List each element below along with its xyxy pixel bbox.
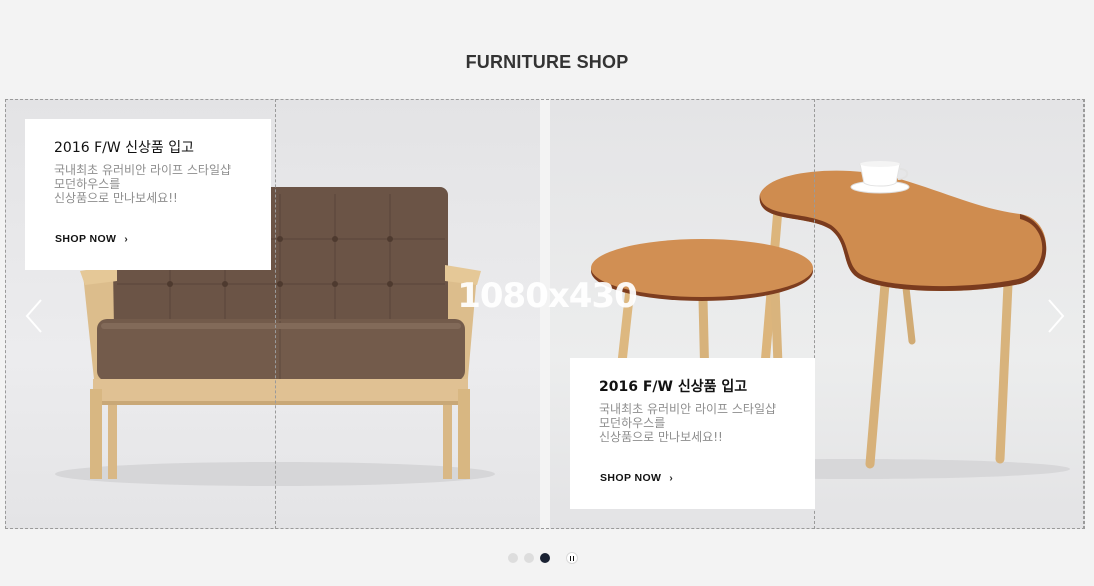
chevron-right-icon: ›: [669, 473, 674, 484]
promo-title: 2016 F/W 신상품 입고: [599, 379, 748, 395]
furniture-shop-page: FURNITURE SHOP 1080x430 2016 F/W 신상품 입고 …: [0, 0, 1094, 586]
promo-title: 2016 F/W 신상품 입고: [54, 140, 194, 156]
chevron-left-icon: [25, 299, 42, 333]
pagination-dot[interactable]: [508, 553, 518, 563]
shop-now-label: SHOP NOW: [55, 233, 117, 245]
promo-description: 국내최초 유러비안 라이프 스타일샵 모던하우스를 신상품으로 만나보세요!!: [54, 163, 232, 205]
shop-now-label: SHOP NOW: [600, 472, 662, 484]
page-title: FURNITURE SHOP: [465, 52, 629, 72]
pause-button[interactable]: [566, 552, 578, 564]
promo-box: 2016 F/W 신상품 입고 국내최초 유러비안 라이프 스타일샵 모던하우스…: [25, 119, 271, 270]
chevron-right-icon: ›: [124, 234, 129, 245]
promo-box: 2016 F/W 신상품 입고 국내최초 유러비안 라이프 스타일샵 모던하우스…: [570, 358, 815, 509]
slider-next-button[interactable]: [1047, 298, 1065, 334]
shop-now-link[interactable]: SHOP NOW ›: [55, 233, 128, 245]
shop-now-link[interactable]: SHOP NOW ›: [600, 472, 673, 484]
pause-icon: [569, 555, 572, 561]
slider-pagination: [508, 552, 578, 564]
slide-divider: [540, 99, 550, 529]
pagination-dot[interactable]: [524, 553, 534, 563]
promo-description: 국내최초 유러비안 라이프 스타일샵 모던하우스를 신상품으로 만나보세요!!: [599, 402, 777, 444]
pause-icon-bar: [572, 555, 575, 561]
slider-prev-button[interactable]: [25, 298, 43, 334]
pagination-dot-active[interactable]: [540, 553, 550, 563]
chevron-right-icon: [1048, 299, 1065, 333]
